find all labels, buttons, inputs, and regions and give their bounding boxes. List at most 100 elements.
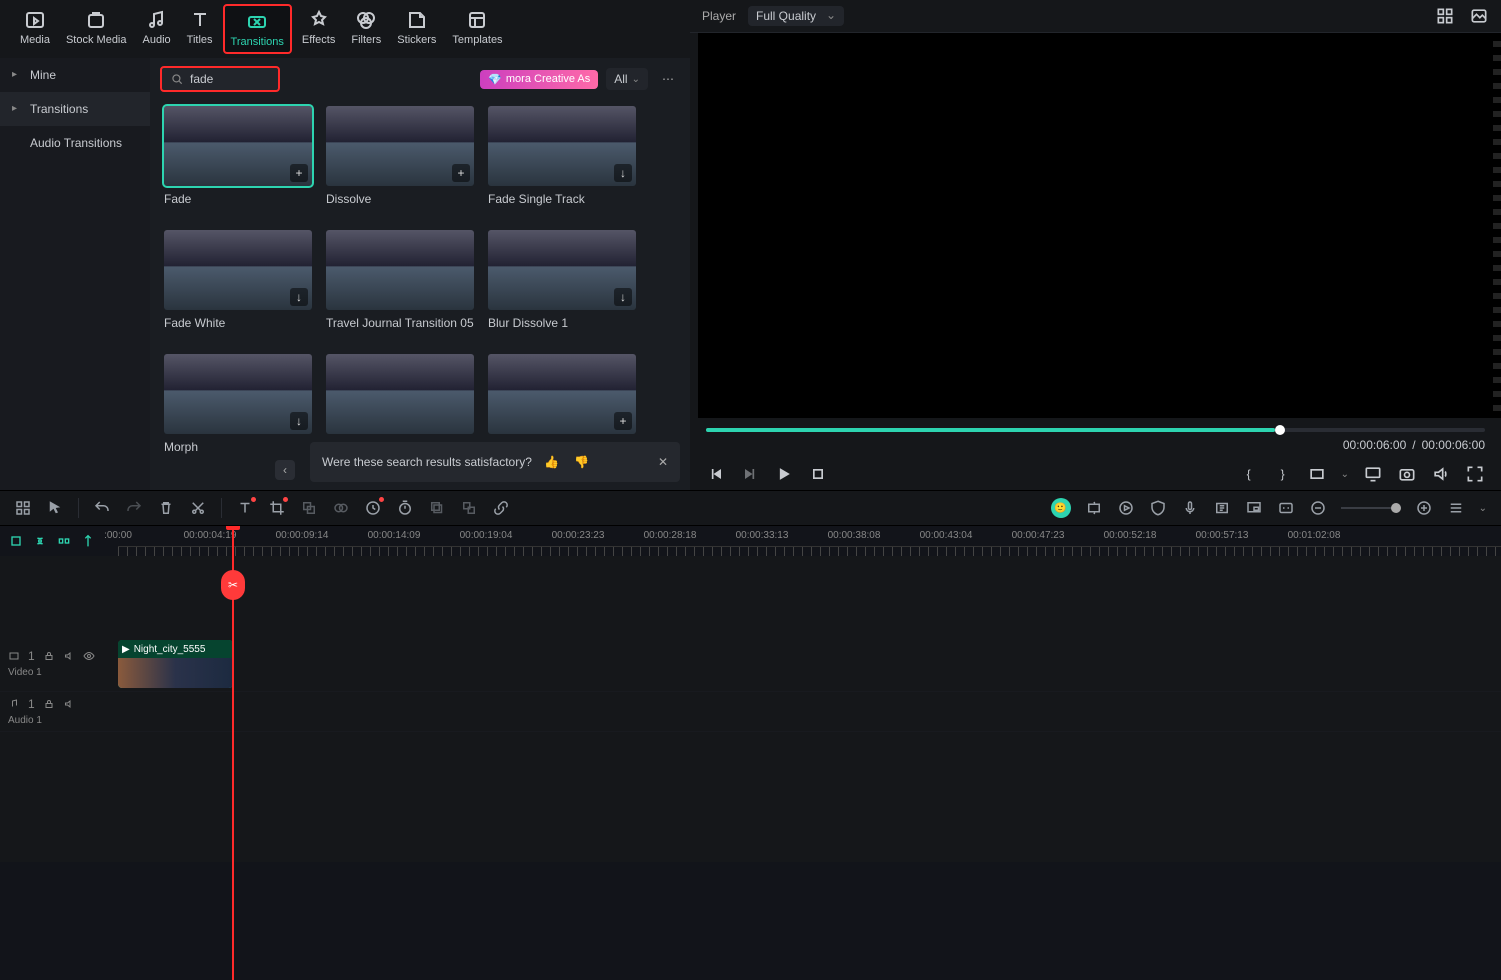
prev-frame-button[interactable] — [706, 464, 726, 484]
filter-dropdown[interactable]: All⌄ — [606, 68, 648, 90]
enhance-button[interactable] — [1085, 499, 1103, 517]
tab-effects[interactable]: Effects — [296, 4, 341, 50]
zoom-knob[interactable] — [1391, 503, 1401, 513]
ai-button[interactable]: 🙂 — [1051, 498, 1071, 518]
layout-icon[interactable] — [14, 499, 32, 517]
snap-button[interactable] — [8, 533, 24, 549]
unlink-button[interactable] — [492, 499, 510, 517]
split-button[interactable]: ✂ — [221, 570, 245, 600]
next-frame-button[interactable] — [740, 464, 760, 484]
marker-button[interactable] — [80, 533, 96, 549]
ripple-button[interactable] — [56, 533, 72, 549]
thumbnail[interactable]: ↓ — [488, 106, 636, 186]
download-icon[interactable]: ↓ — [614, 164, 632, 182]
tab-transitions[interactable]: Transitions — [223, 4, 292, 54]
lock-icon[interactable] — [43, 698, 55, 710]
more-menu[interactable]: ⋯ — [656, 68, 680, 90]
grid-item[interactable]: Travel Journal Transition 05 — [326, 230, 474, 330]
crop-button[interactable] — [268, 499, 286, 517]
display-button[interactable] — [1363, 464, 1383, 484]
thumbnail[interactable]: + — [488, 354, 636, 434]
cursor-icon[interactable] — [46, 499, 64, 517]
chevron-down-icon[interactable]: ⌄ — [1479, 503, 1487, 514]
tab-media[interactable]: Media — [14, 4, 56, 50]
record-button[interactable] — [1117, 499, 1135, 517]
grid-item[interactable]: ↓Blur Dissolve 1 — [488, 230, 636, 330]
thumbs-up-button[interactable]: 👍 — [542, 452, 562, 472]
download-icon[interactable]: ↓ — [290, 288, 308, 306]
creative-assets-button[interactable]: 💎mora Creative As — [480, 70, 598, 89]
add-icon[interactable]: + — [290, 164, 308, 182]
empty-track-area[interactable] — [0, 732, 1501, 862]
playhead[interactable]: ✂ — [232, 526, 234, 980]
download-icon[interactable]: ↓ — [614, 288, 632, 306]
thumbnail[interactable]: ↓ — [488, 230, 636, 310]
sidebar-item-mine[interactable]: ▸Mine — [0, 58, 150, 92]
thumbnail[interactable] — [326, 354, 474, 434]
link-button[interactable] — [32, 533, 48, 549]
timer-button[interactable] — [396, 499, 414, 517]
tab-stickers[interactable]: Stickers — [391, 4, 442, 50]
timeline-ruler[interactable]: :00:0000:00:04:1900:00:09:1400:00:14:090… — [118, 526, 1501, 556]
search-input-wrap[interactable] — [160, 66, 280, 92]
mask-button[interactable] — [332, 499, 350, 517]
undo-button[interactable] — [93, 499, 111, 517]
thumbnail[interactable]: ↓ — [164, 230, 312, 310]
player-viewport[interactable] — [698, 33, 1493, 418]
tab-audio[interactable]: Audio — [137, 4, 177, 50]
video-track-header[interactable]: 1 Video 1 — [0, 636, 118, 691]
image-icon[interactable] — [1469, 6, 1489, 26]
grid-item[interactable]: ↓Morph — [164, 354, 312, 454]
grid-item[interactable]: ↓Fade Single Track — [488, 106, 636, 206]
snapshot-button[interactable] — [1397, 464, 1417, 484]
quality-dropdown[interactable]: Full Quality — [748, 6, 844, 26]
list-view-button[interactable] — [1447, 499, 1465, 517]
zoom-out-button[interactable] — [1309, 499, 1327, 517]
thumbs-down-button[interactable]: 👎 — [572, 452, 592, 472]
grid-item[interactable]: ↓Fade White — [164, 230, 312, 330]
audio-track-header[interactable]: 1 Audio 1 — [0, 692, 118, 731]
add-icon[interactable]: + — [452, 164, 470, 182]
video-clip[interactable]: ▶Night_city_5555 — [118, 640, 233, 688]
caption-button[interactable] — [1277, 499, 1295, 517]
grid-item[interactable]: +Dissolve — [326, 106, 474, 206]
volume-button[interactable] — [1431, 464, 1451, 484]
text-button[interactable] — [236, 499, 254, 517]
duplicate-button[interactable] — [460, 499, 478, 517]
thumbnail[interactable]: + — [326, 106, 474, 186]
thumbnail[interactable]: + — [164, 106, 312, 186]
player-progress[interactable] — [706, 428, 1485, 432]
video-track-body[interactable]: ▶Night_city_5555 — [118, 636, 1501, 691]
tab-stock-media[interactable]: Stock Media — [60, 4, 133, 50]
tab-templates[interactable]: Templates — [446, 4, 508, 50]
delete-button[interactable] — [157, 499, 175, 517]
add-icon[interactable]: + — [614, 412, 632, 430]
tab-titles[interactable]: Titles — [181, 4, 219, 50]
pip-button[interactable] — [1245, 499, 1263, 517]
tab-filters[interactable]: Filters — [345, 4, 387, 50]
grid-item[interactable]: +Fade — [164, 106, 312, 206]
ratio-button[interactable] — [1307, 464, 1327, 484]
search-input[interactable] — [190, 72, 260, 86]
progress-knob[interactable] — [1275, 425, 1285, 435]
grid-view-icon[interactable] — [1435, 6, 1455, 26]
copy-button[interactable] — [428, 499, 446, 517]
mute-icon[interactable] — [63, 650, 75, 662]
cut-button[interactable] — [189, 499, 207, 517]
eye-icon[interactable] — [83, 650, 95, 662]
lock-icon[interactable] — [43, 650, 55, 662]
play-button[interactable] — [774, 464, 794, 484]
speed-button[interactable] — [364, 499, 382, 517]
shield-button[interactable] — [1149, 499, 1167, 517]
group-button[interactable] — [300, 499, 318, 517]
redo-button[interactable] — [125, 499, 143, 517]
close-feedback-button[interactable]: ✕ — [658, 455, 668, 469]
mute-icon[interactable] — [63, 698, 75, 710]
chevron-down-icon[interactable]: ⌄ — [1341, 469, 1349, 480]
mic-button[interactable] — [1181, 499, 1199, 517]
fullscreen-button[interactable] — [1465, 464, 1485, 484]
collapse-sidebar-button[interactable]: ‹ — [275, 460, 295, 480]
grid-item[interactable]: +Warp Zoom 6 — [488, 354, 636, 454]
zoom-slider[interactable] — [1341, 507, 1401, 509]
audio-track-body[interactable] — [118, 692, 1501, 731]
